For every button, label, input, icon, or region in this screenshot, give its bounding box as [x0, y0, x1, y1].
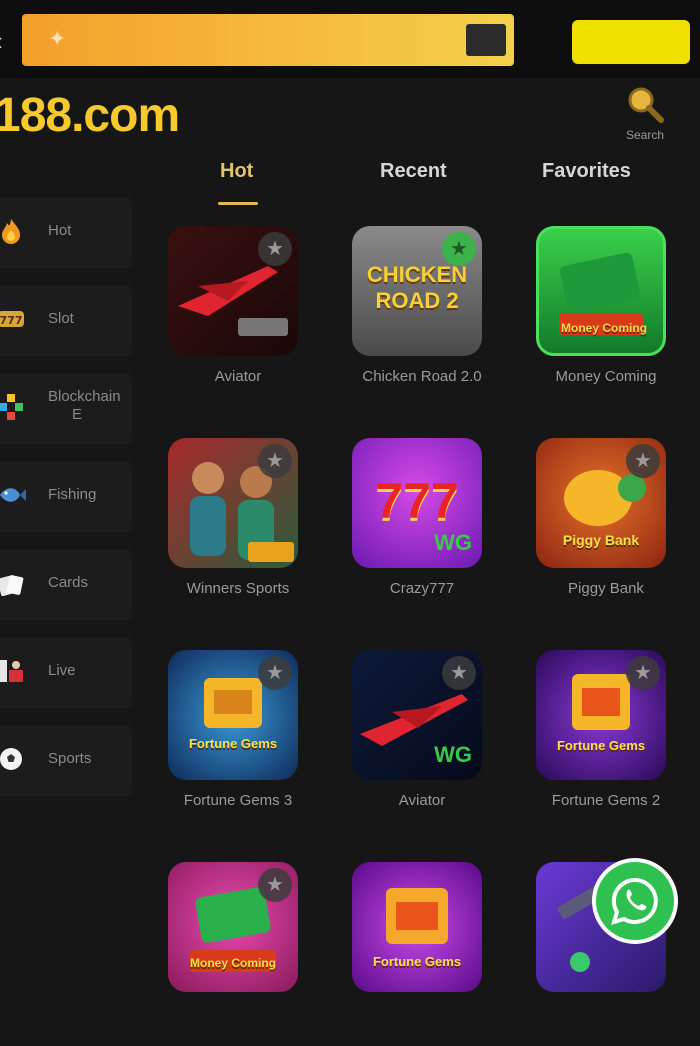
slot-777-icon: 777	[0, 311, 24, 327]
game-title: Aviator	[214, 368, 262, 385]
game-thumbnail: Piggy Bank ★	[536, 438, 666, 568]
download-banner[interactable]: ✦	[22, 14, 514, 66]
favorite-star-icon[interactable]: ★	[442, 656, 476, 690]
game-tabs: Hot Recent Favorites	[170, 150, 700, 210]
svg-text:777: 777	[0, 314, 22, 327]
sidebar-item-live[interactable]: Live	[0, 638, 132, 708]
game-card-chicken-road[interactable]: CHICKEN ROAD 2 ★ Chicken Road 2.0	[334, 220, 510, 410]
soccer-ball-icon	[0, 748, 22, 770]
game-card-money-coming[interactable]: Money Coming Money Coming	[518, 220, 694, 410]
game-thumbnail: Money Coming	[536, 226, 666, 356]
game-art-title: Fortune Gems	[188, 736, 278, 751]
game-card-fortune-gems-3[interactable]: Fortune Gems ★ Fortune Gems 3	[150, 644, 326, 834]
game-art-title: Fortune Gems	[372, 954, 462, 969]
game-card-winners-sports[interactable]: ★ Winners Sports	[150, 432, 326, 622]
sidebar-item-slot[interactable]: 777 Slot	[0, 286, 132, 356]
game-card-aviator-wg[interactable]: ★ WG Aviator	[334, 644, 510, 834]
game-title: Piggy Bank	[568, 580, 644, 597]
tab-hot[interactable]: Hot	[220, 160, 253, 183]
game-card-aviator[interactable]: ★ Aviator	[150, 220, 326, 410]
favorite-star-icon[interactable]: ★	[626, 444, 660, 478]
game-thumbnail: ★	[168, 438, 298, 568]
banner-close-button[interactable]	[466, 24, 506, 56]
cards-icon	[0, 575, 24, 597]
game-title: Money Coming	[555, 368, 657, 385]
game-title: Chicken Road 2.0	[362, 368, 482, 385]
sidebar-item-hot[interactable]: Hot	[0, 198, 132, 268]
sidebar-item-blockchain[interactable]: Blockchain E	[0, 374, 132, 444]
cta-button[interactable]	[572, 20, 690, 64]
whatsapp-icon	[611, 877, 658, 925]
whatsapp-chat-button[interactable]	[596, 862, 674, 940]
game-thumbnail: Fortune Gems	[352, 862, 482, 992]
search-icon	[628, 87, 664, 123]
game-title: Winners Sports	[186, 580, 290, 597]
favorite-star-icon[interactable]: ★	[442, 232, 476, 266]
sidebar-item-label: Fishing	[48, 486, 97, 503]
game-card-piggy-bank[interactable]: Piggy Bank ★ Piggy Bank	[518, 432, 694, 622]
search-button[interactable]: Search	[610, 82, 680, 152]
game-card-money-coming-2[interactable]: Money Coming ★	[150, 856, 326, 1046]
game-title: Fortune Gems 3	[183, 792, 293, 809]
favorite-star-icon[interactable]: ★	[626, 656, 660, 690]
top-bar: ‹ ✦	[0, 0, 700, 78]
sidebar-item-label: Sports	[48, 750, 92, 767]
favorite-star-icon[interactable]: ★	[258, 868, 292, 902]
sidebar-item-label: Blockchain E	[48, 388, 121, 423]
game-art-title: Piggy Bank	[562, 532, 640, 548]
blockchain-icon	[0, 394, 23, 420]
game-thumbnail: 777 WG	[352, 438, 482, 568]
brand-logo-text: 188.com	[0, 89, 180, 142]
game-art-title: Fortune Gems	[556, 738, 646, 753]
game-thumbnail: Fortune Gems ★	[536, 650, 666, 780]
favorite-star-icon[interactable]: ★	[258, 656, 292, 690]
sidebar-item-label: Cards	[48, 574, 89, 591]
sidebar-item-label: Hot	[48, 222, 72, 239]
sidebar-item-label: Live	[48, 662, 76, 679]
tab-favorites[interactable]: Favorites	[542, 160, 631, 183]
sidebar-item-sports[interactable]: Sports	[0, 726, 132, 796]
back-chevron-icon[interactable]: ‹	[0, 26, 3, 57]
gem-totem-art-icon	[386, 888, 448, 944]
game-title: Crazy777	[389, 580, 455, 597]
game-thumbnail: ★ WG	[352, 650, 482, 780]
game-art-title: Money Coming	[561, 321, 647, 335]
game-thumbnail: CHICKEN ROAD 2 ★	[352, 226, 482, 356]
game-thumbnail: Money Coming ★	[168, 862, 298, 992]
game-art-title: CHICKEN ROAD 2	[366, 262, 468, 313]
game-art-title: 777	[375, 473, 459, 529]
fire-icon	[2, 219, 20, 244]
wg-logo-icon: WG	[434, 530, 472, 555]
app-icon: ✦	[48, 26, 67, 51]
game-title: Aviator	[398, 792, 446, 809]
wg-logo-icon: WG	[434, 742, 472, 767]
sidebar-item-label: Slot	[48, 310, 74, 327]
search-label: Search	[625, 128, 665, 142]
game-card-fortune-gems-2[interactable]: Fortune Gems ★ Fortune Gems 2	[518, 644, 694, 834]
fish-icon	[0, 488, 26, 502]
tab-recent[interactable]: Recent	[380, 160, 447, 183]
game-thumbnail: ★	[168, 226, 298, 356]
favorite-star-icon[interactable]: ★	[258, 444, 292, 478]
sidebar-item-cards[interactable]: Cards	[0, 550, 132, 620]
live-dealer-icon	[0, 660, 23, 682]
favorite-star-icon[interactable]: ★	[258, 232, 292, 266]
game-title: Fortune Gems 2	[551, 792, 661, 809]
game-card-fortune-gems[interactable]: Fortune Gems	[334, 856, 510, 1046]
active-tab-indicator	[218, 202, 258, 205]
game-art-title: Money Coming	[190, 956, 276, 970]
game-card-crazy777[interactable]: 777 WG Crazy777	[334, 432, 510, 622]
game-thumbnail: Fortune Gems ★	[168, 650, 298, 780]
sidebar-item-fishing[interactable]: Fishing	[0, 462, 132, 532]
